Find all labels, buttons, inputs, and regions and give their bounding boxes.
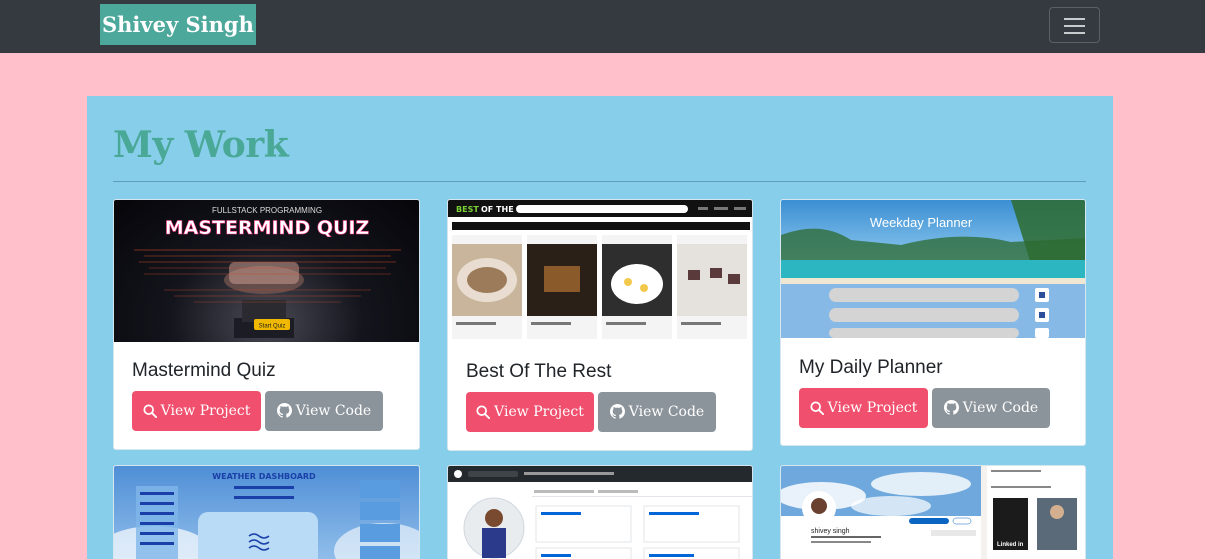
section-title: My Work xyxy=(113,124,289,166)
thumb-profile-name: shivey singh xyxy=(811,528,850,535)
view-code-button[interactable]: View Code xyxy=(598,392,716,432)
quiz-screenshot: Start Quiz FULLSTACK PROGRAMMING MASTERM… xyxy=(134,206,401,338)
github-icon xyxy=(943,400,959,415)
thumb-headline: MASTERMIND QUIZ xyxy=(165,217,370,239)
project-card-mastermind-quiz: Start Quiz FULLSTACK PROGRAMMING MASTERM… xyxy=(113,199,420,450)
project-thumbnail[interactable]: Start Quiz FULLSTACK PROGRAMMING MASTERM… xyxy=(114,200,419,342)
search-icon xyxy=(810,401,824,416)
project-thumbnail[interactable] xyxy=(448,466,752,559)
thumb-linkedin-logo: Linked in xyxy=(997,542,1024,548)
project-thumbnail[interactable]: shivey singh Linked in xyxy=(781,466,1085,559)
weather-screenshot: WEATHER DASHBOARD xyxy=(114,472,419,559)
project-thumbnail[interactable]: WEATHER DASHBOARD xyxy=(114,466,419,559)
project-card-weather-dashboard: WEATHER DASHBOARD xyxy=(113,465,420,559)
planner-screenshot: Weekday Planner xyxy=(781,200,1085,338)
view-project-button[interactable]: View Project xyxy=(466,392,594,432)
view-project-button[interactable]: View Project xyxy=(799,388,928,428)
github-icon xyxy=(609,404,625,419)
github-icon xyxy=(276,403,292,418)
start-quiz-label: Start Quiz xyxy=(259,324,286,330)
brand-logo[interactable]: Shivey Singh xyxy=(100,4,256,45)
menu-toggle-button[interactable] xyxy=(1049,7,1100,43)
hamburger-icon xyxy=(1064,18,1085,20)
project-title: My Daily Planner xyxy=(799,357,943,378)
github-screenshot xyxy=(448,466,752,559)
linkedin-screenshot: shivey singh Linked in xyxy=(781,466,1085,559)
project-card-github-profile xyxy=(447,465,753,559)
project-thumbnail[interactable]: Weekday Planner xyxy=(781,200,1085,338)
navbar: Shivey Singh xyxy=(0,0,1205,53)
view-code-button[interactable]: View Code xyxy=(265,391,383,431)
view-project-button[interactable]: View Project xyxy=(132,391,261,431)
project-card-best-of-the-rest: BEST OF THE REST Best Of The Rest View P… xyxy=(447,199,753,451)
project-title: Mastermind Quiz xyxy=(132,360,276,381)
thumb-logo-best: BEST xyxy=(456,205,479,214)
best-of-rest-screenshot: BEST OF THE REST xyxy=(448,200,752,339)
project-thumbnail[interactable]: BEST OF THE REST xyxy=(448,200,752,342)
thumb-headline: WEATHER DASHBOARD xyxy=(212,472,316,481)
project-title: Best Of The Rest xyxy=(466,361,612,382)
thumb-headline: Weekday Planner xyxy=(870,215,973,230)
project-card-linkedin-profile: shivey singh Linked in xyxy=(780,465,1086,559)
section-divider xyxy=(113,181,1086,182)
project-card-my-daily-planner: Weekday Planner My Daily Planner View Pr… xyxy=(780,199,1086,446)
thumb-subtitle: FULLSTACK PROGRAMMING xyxy=(212,206,322,215)
search-icon xyxy=(476,405,491,420)
search-icon xyxy=(143,404,157,419)
my-work-section: My Work Start Quiz FULLSTACK PROGRAMMING… xyxy=(87,96,1113,559)
view-code-button[interactable]: View Code xyxy=(932,388,1050,428)
